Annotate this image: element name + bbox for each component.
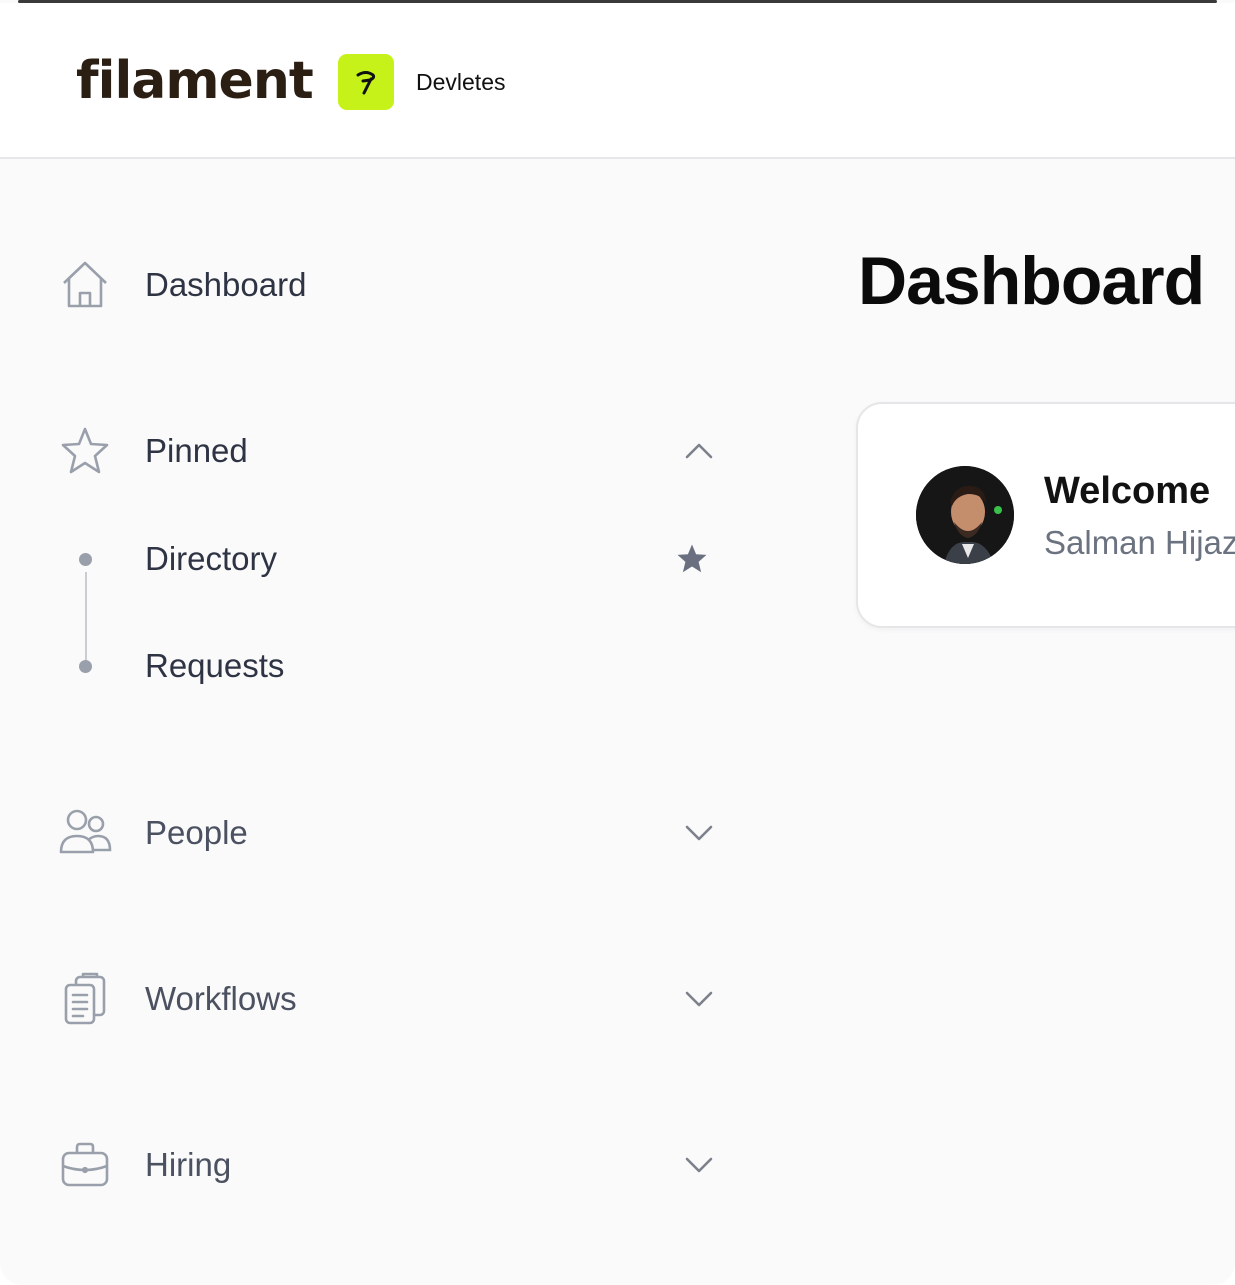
- sidebar-item-dashboard[interactable]: Dashboard: [56, 250, 716, 320]
- sidebar-item-label: Hiring: [145, 1146, 232, 1183]
- unpin-star-icon[interactable]: [672, 539, 712, 579]
- home-icon: [56, 256, 114, 314]
- sidebar-item-label: Pinned: [145, 432, 248, 469]
- sidebar-group-hiring[interactable]: Hiring: [56, 1130, 716, 1200]
- sidebar-group-people[interactable]: People: [56, 798, 716, 868]
- page-title: Dashboard: [858, 243, 1205, 319]
- user-avatar[interactable]: [916, 466, 1014, 564]
- filament-logo[interactable]: filament: [76, 51, 314, 111]
- sidebar-group-pinned[interactable]: Pinned: [56, 416, 716, 486]
- sidebar-item-label: Requests: [145, 647, 285, 684]
- chevron-down-icon[interactable]: [682, 982, 716, 1016]
- sidebar-item-directory[interactable]: Directory: [56, 529, 716, 589]
- sidebar-item-label: Dashboard: [145, 266, 307, 303]
- tree-dot: [79, 552, 92, 566]
- tree-dot: [79, 659, 92, 673]
- main-content: Dashboard Welcome Salman Hijaz: [760, 160, 1235, 1285]
- briefcase-icon: [56, 1136, 114, 1194]
- sidebar-item-label: People: [145, 814, 248, 851]
- user-name: Salman Hijaz: [1044, 524, 1235, 561]
- users-icon: [56, 804, 114, 862]
- sidebar-group-workflows[interactable]: Workflows: [56, 964, 716, 1034]
- tenant-logo-icon: [338, 54, 394, 110]
- sidebar-item-requests[interactable]: Requests: [56, 636, 716, 696]
- chevron-down-icon[interactable]: [682, 1148, 716, 1182]
- star-outline-icon: [56, 422, 114, 480]
- chevron-up-icon[interactable]: [682, 434, 716, 468]
- sidebar-item-label: Workflows: [145, 980, 297, 1017]
- tenant-name: Devletes: [416, 68, 506, 95]
- app-window: filament Devletes Dashboard Pinned Direc…: [0, 0, 1235, 1285]
- clipboard-icon: [56, 970, 114, 1028]
- sidebar: Dashboard Pinned Directory Requests Peop…: [0, 160, 760, 1285]
- welcome-heading: Welcome: [1044, 470, 1211, 512]
- welcome-card: Welcome Salman Hijaz: [856, 402, 1235, 628]
- tenant-switcher[interactable]: Devletes: [338, 54, 505, 110]
- top-bar: filament Devletes: [0, 3, 1235, 159]
- sidebar-item-label: Directory: [145, 540, 278, 577]
- chevron-down-icon[interactable]: [682, 816, 716, 850]
